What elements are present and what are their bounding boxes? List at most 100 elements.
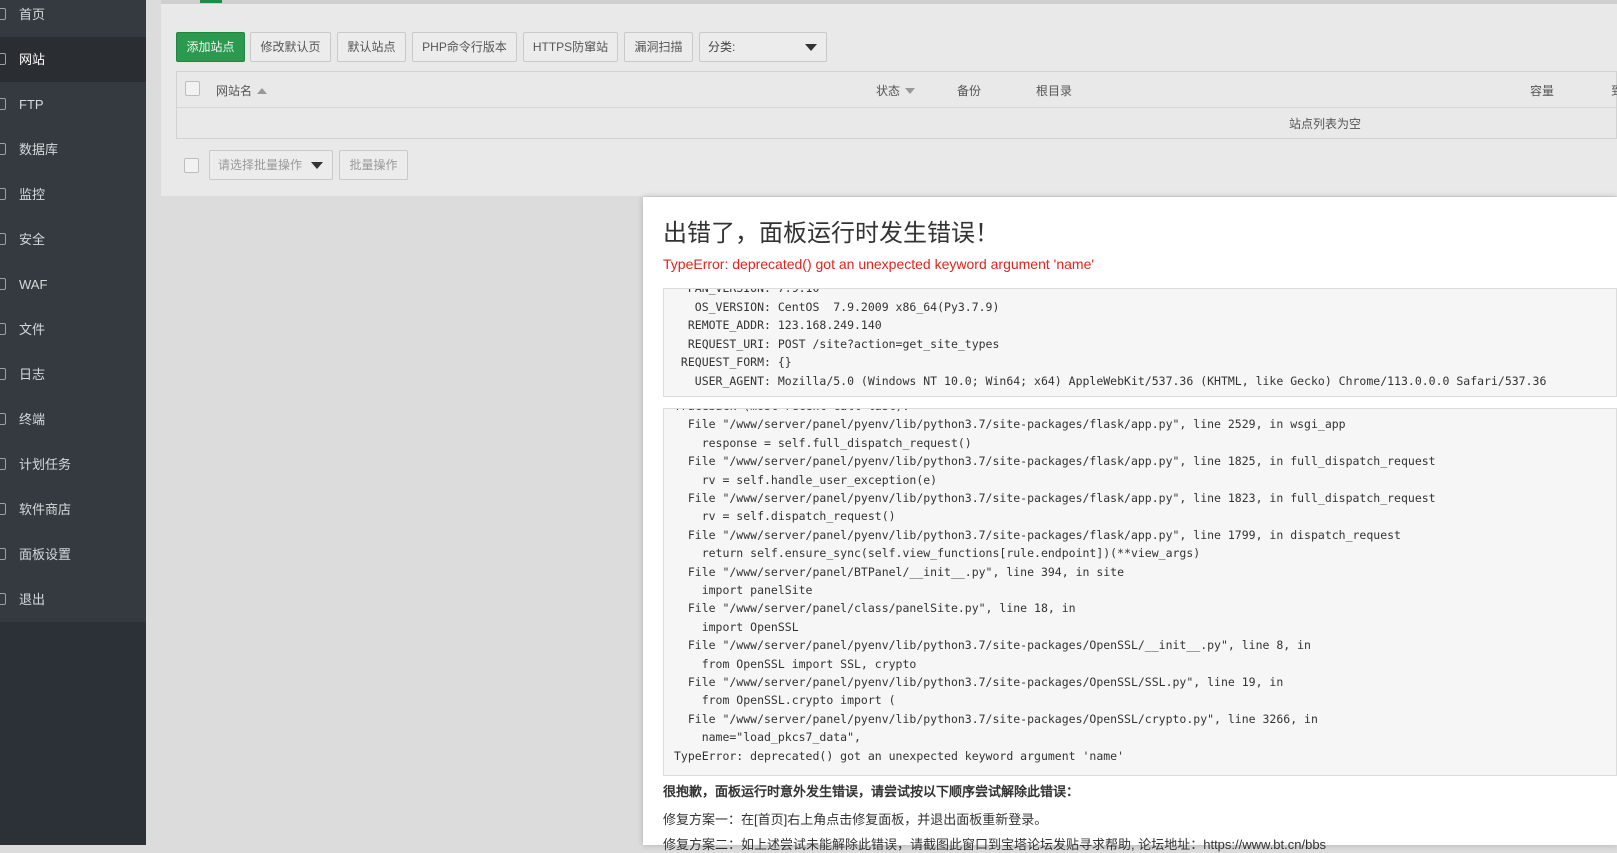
traceback-line: File "/www/server/panel/class/panelSite.… [674,601,1076,616]
logout-icon [0,593,6,605]
chevron-down-icon [311,162,323,169]
traceback-line: File "/www/server/panel/pyenv/lib/python… [674,527,1401,542]
column-root-dir: 根目录 [1036,84,1073,98]
traceback-line: rv = self.handle_user_exception(e) [674,472,938,487]
monitor-icon [0,188,6,200]
sidebar-item[interactable]: 监控 [0,172,146,217]
add-site-button[interactable]: 添加站点 [176,32,245,62]
column-status-label: 状态 [876,84,901,98]
select-all-checkbox[interactable] [185,81,200,96]
env-line: PAN_VERSION: 7.9.10 [674,288,820,295]
traceback-line: rv = self.dispatch_request() [674,509,896,524]
database-icon [0,143,6,155]
traceback-line: import panelSite [674,583,813,597]
store-icon [0,503,6,515]
chevron-down-icon [805,44,817,51]
batch-action-select[interactable]: 请选择批量操作 [209,150,333,180]
env-line: REQUEST_FORM: {} [674,355,792,369]
sidebar-item[interactable]: 面板设置 [0,532,146,577]
sidebar: 首页网站 FTP 数据库监控安全 WAF 文件日志 终端计划任务软件商店面板设置退出 [0,0,146,845]
active-tab-indicator [200,0,222,3]
environment-info-box[interactable]: PAN_VERSION: 7.9.10 OS_VERSION: CentOS 7… [663,288,1617,397]
column-site-name[interactable]: 网站名 [216,82,268,99]
fix-option-one: 修复方案一：在[首页]右上角点击修复面板，并退出面板重新登录。 [663,812,1048,827]
vuln-scan-button[interactable]: 漏洞扫描 [624,32,693,62]
traceback-line: File "/www/server/panel/BTPanel/__init__… [674,564,1125,579]
home-icon [0,8,6,20]
help-heading: 很抱歉，面板运行时意外发生错误，请尝试按以下顺序尝试解除此错误： [663,784,1080,799]
sidebar-item[interactable]: WAF [0,262,146,307]
https-guard-button[interactable]: HTTPS防窜站 [523,32,618,62]
traceback-line: name="load_pkcs7_data", [674,730,861,745]
env-line: REQUEST_URI: POST /site?action=get_site_… [674,336,1000,351]
column-site-name-label: 网站名 [216,84,253,98]
traceback-line: return self.ensure_sync(self.view_functi… [674,546,1201,561]
sidebar-item[interactable]: 日志 [0,352,146,397]
column-backup: 备份 [957,84,982,98]
sidebar-item[interactable]: 退出 [0,577,146,622]
traceback-box[interactable]: Traceback (most recent call last): File … [663,408,1617,776]
traceback-line: File "/www/server/panel/pyenv/lib/python… [674,491,1436,505]
column-capacity: 容量 [1530,84,1555,98]
default-site-button[interactable]: 默认站点 [337,32,406,62]
sidebar-item-label: 监控 [19,187,46,202]
sidebar-item[interactable]: FTP [0,82,146,127]
sidebar-item-label: FTP [19,97,44,112]
sidebar-item-label: 软件商店 [19,502,72,517]
sidebar-item[interactable]: 软件商店 [0,487,146,532]
sidebar-item-label: 数据库 [19,142,59,157]
sidebar-item[interactable]: 终端 [0,397,146,442]
log-icon [0,368,6,380]
dialog-title: 出错了，面板运行时发生错误！ [663,220,999,247]
sidebar-item[interactable]: 网站 [0,37,146,82]
traceback-line: from OpenSSL import SSL, crypto [674,656,917,671]
env-line: USER_AGENT: Mozilla/5.0 (Windows NT 10.0… [674,373,1547,388]
table-header: 网站名 状态 备份 根目录 容量 到 [177,72,1617,108]
sidebar-item-label: WAF [19,277,48,292]
edit-default-page-button[interactable]: 修改默认页 [250,32,331,62]
column-status[interactable]: 状态 [876,82,916,99]
sidebar-item-label: 计划任务 [19,457,72,472]
clock-icon [0,458,6,470]
traceback-line: response = self.full_dispatch_request() [674,435,972,450]
env-line: REMOTE_ADDR: 123.168.249.140 [674,318,882,332]
sidebar-item-label: 面板设置 [19,547,72,562]
top-tab-strip [161,0,1617,4]
traceback-line: Traceback (most recent call last): [674,409,909,413]
sidebar-item-label: 文件 [19,322,46,337]
php-cli-version-button[interactable]: PHP命令行版本 [412,32,517,62]
sort-asc-icon [257,88,268,94]
site-table: 网站名 状态 备份 根目录 容量 到 站点列表为空 [176,71,1617,139]
traceback-line: File "/www/server/panel/pyenv/lib/python… [674,711,1318,726]
traceback-line: File "/www/server/panel/pyenv/lib/python… [674,417,1346,432]
traceback-line: TypeError: deprecated() got an unexpecte… [674,748,1125,763]
error-message: TypeError: deprecated() got an unexpecte… [663,256,1095,272]
sidebar-item[interactable]: 数据库 [0,127,146,172]
ftp-icon [0,98,6,110]
batch-operate-button[interactable]: 批量操作 [339,150,408,180]
column-expiry-cut: 到 [1611,82,1617,99]
globe-icon [0,53,6,65]
batch-action-placeholder: 请选择批量操作 [218,158,303,172]
traceback-line: import OpenSSL [674,619,799,634]
category-select[interactable]: 分类: [699,32,827,62]
empty-list-message: 站点列表为空 [1289,117,1362,131]
waf-shield-icon [0,278,6,290]
sidebar-item-label: 网站 [19,52,46,67]
sidebar-item[interactable]: 计划任务 [0,442,146,487]
sidebar-item[interactable]: 文件 [0,307,146,352]
sidebar-item-label: 退出 [19,592,46,607]
terminal-icon [0,413,6,425]
sidebar-menu: 首页网站 FTP 数据库监控安全 WAF 文件日志 终端计划任务软件商店面板设置退出 [0,0,146,622]
gear-icon [0,548,6,560]
sidebar-item-label: 安全 [19,232,46,247]
traceback-line: File "/www/server/panel/pyenv/lib/python… [674,675,1284,689]
fix-option-two: 修复方案二：如上述尝试未能解除此错误，请截图此窗口到宝塔论坛发贴寻求帮助, 论坛… [663,837,1327,852]
batch-select-checkbox[interactable] [184,158,199,173]
sidebar-item[interactable]: 安全 [0,217,146,262]
category-select-label: 分类: [708,40,736,54]
env-line: OS_VERSION: CentOS 7.9.2009 x86_64(Py3.7… [674,299,1000,314]
traceback-line: File "/www/server/panel/pyenv/lib/python… [674,454,1436,469]
sidebar-item[interactable]: 首页 [0,0,146,37]
folder-icon [0,323,6,335]
